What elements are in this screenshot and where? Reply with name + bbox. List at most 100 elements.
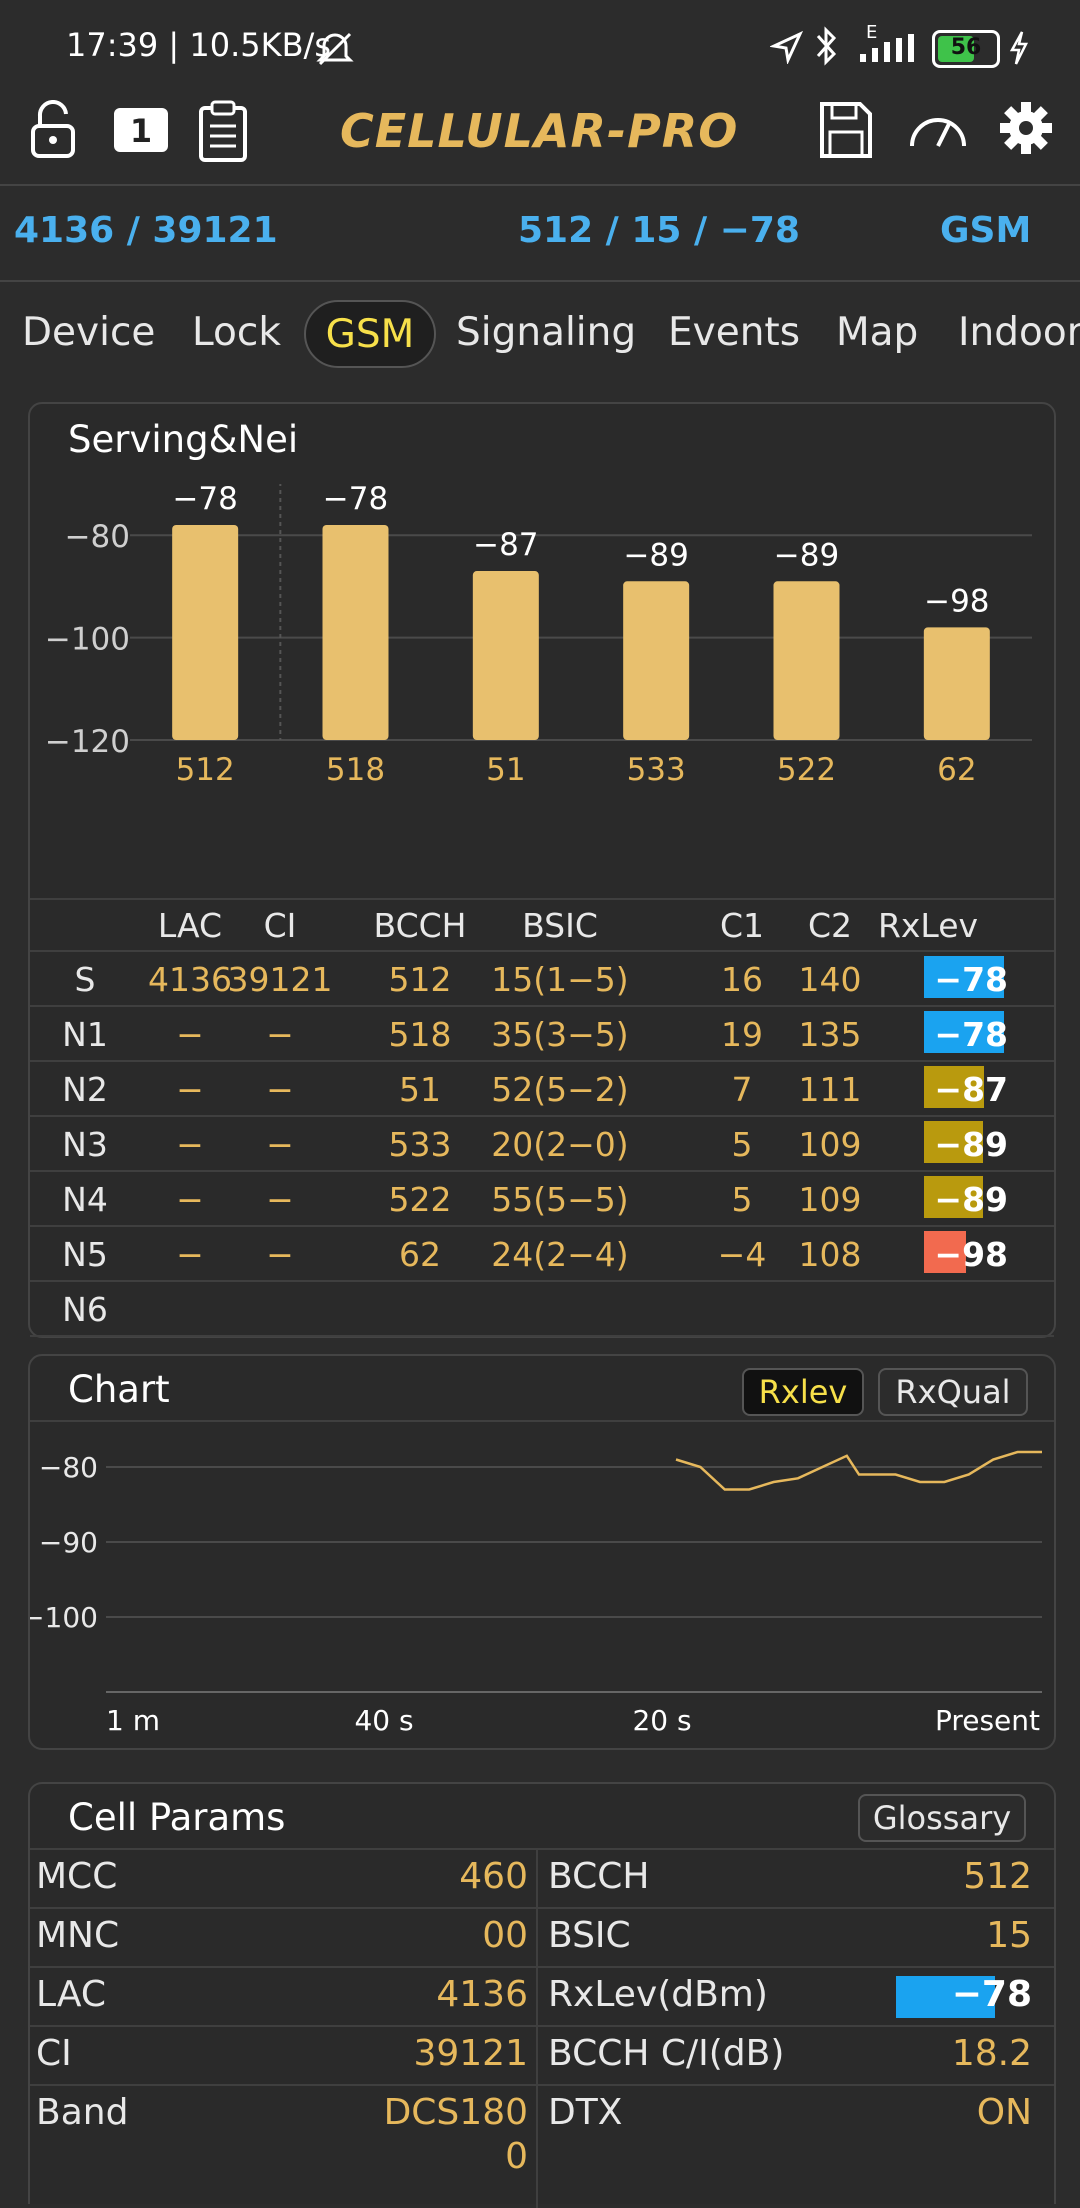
bcch-bsic-rx-readout: 512 / 15 / −78 (518, 210, 800, 251)
bar (923, 627, 990, 740)
table-cell: 24(2−4) (491, 1235, 629, 1274)
bar-value-label: −78 (323, 484, 388, 517)
x-tick-label: 51 (486, 752, 525, 788)
table-cell: 518 (388, 1015, 452, 1054)
table-cell: −4 (717, 1235, 767, 1274)
tab-lock[interactable]: Lock (192, 310, 281, 355)
params-column-divider (536, 1848, 538, 2208)
sim-slot-label: 1 (129, 112, 153, 150)
table-cell: 111 (798, 1070, 862, 1109)
rxlev-value: −98 (934, 1235, 1008, 1274)
x-tick-label: 533 (627, 752, 686, 788)
rxlev-chart-card: Chart Rxlev RxQual −80 −90 −100 1 m 40 s 20 s… (28, 1354, 1056, 1750)
app-brand-logo: CELLULAR-PRO (340, 104, 739, 158)
serving-nei-title: Serving&Nei (68, 418, 299, 461)
table-cell: 522 (388, 1180, 452, 1219)
table-cell: 5 (731, 1180, 753, 1219)
tab-events[interactable]: Events (668, 310, 800, 355)
param-label: Band (36, 2092, 129, 2133)
tab-gsm-label: GSM (325, 312, 415, 357)
clipboard-icon[interactable] (196, 100, 250, 164)
y-tick-label: −100 (30, 1601, 98, 1634)
table-cell: 135 (798, 1015, 862, 1054)
cell-params-title: Cell Params (68, 1796, 286, 1839)
table-top-divider (30, 898, 1054, 900)
table-cell: 55(5−5) (491, 1180, 629, 1219)
param-label: MCC (36, 1856, 118, 1897)
sim-card-button[interactable]: 1 (114, 108, 168, 152)
speedometer-icon[interactable] (906, 100, 970, 154)
table-cell: 512 (388, 960, 452, 999)
y-tick-label: −90 (39, 1526, 98, 1559)
x-tick-label: 522 (777, 752, 836, 788)
bar (172, 524, 239, 740)
status-time-speed: 17:39 | 10.5KB/s (66, 26, 331, 64)
bar (322, 524, 389, 740)
table-cell: 16 (721, 960, 763, 999)
bar (472, 571, 539, 740)
params-row-divider (30, 1966, 1054, 1968)
table-cell: 51 (399, 1070, 441, 1109)
table-row-divider (30, 1225, 1054, 1227)
table-cell: 39121 (227, 960, 333, 999)
glossary-button[interactable]: Glossary (858, 1794, 1026, 1842)
table-cell: − (266, 1235, 294, 1274)
table-cell: 109 (798, 1125, 862, 1164)
param-value: DCS180 (383, 2092, 528, 2133)
y-tick-label: −100 (45, 622, 130, 658)
unlock-icon[interactable] (28, 100, 78, 160)
param-value: ON (976, 2092, 1032, 2133)
charging-bolt-icon (1009, 31, 1029, 65)
serving-nei-table: LAC CI BCCH BSIC C1 C2 RxLev S 4136 39121 512 15(1−… (30, 898, 1054, 1337)
param-value: 00 (482, 1915, 528, 1956)
params-row-divider (30, 2084, 1054, 2086)
table-cell: − (266, 1125, 294, 1164)
x-tick-label: 40 s (354, 1704, 413, 1737)
tab-signaling[interactable]: Signaling (456, 310, 636, 355)
bar-value-label: −89 (623, 537, 688, 573)
tab-device[interactable]: Device (22, 310, 155, 355)
rxlev-value: −78 (934, 960, 1008, 999)
param-value: 18.2 (951, 2033, 1032, 2074)
table-cell: 108 (798, 1235, 862, 1274)
table-row-divider (30, 1060, 1054, 1062)
rxlev-series-line (675, 1450, 1042, 1491)
param-label: BSIC (548, 1915, 631, 1956)
bar-value-label: −87 (473, 527, 538, 563)
bar-value-label: −98 (924, 583, 989, 619)
params-row-divider (30, 2025, 1054, 2027)
table-header: BCCH (373, 906, 467, 945)
bar (773, 581, 840, 740)
table-row-divider (30, 1280, 1054, 1282)
y-tick-label: −80 (39, 1451, 98, 1484)
table-row-divider (30, 1170, 1054, 1172)
tab-map[interactable]: Map (836, 310, 918, 355)
rxlev-value: −78 (934, 1015, 1008, 1054)
table-row-label: N4 (62, 1180, 108, 1219)
table-cell: − (266, 1015, 294, 1054)
param-label: CI (36, 2033, 72, 2074)
cell-params-card: Cell Params Glossary MCC 460 MNC 00 LAC 4136 C… (28, 1782, 1056, 2208)
table-cell: 62 (399, 1235, 441, 1274)
rxlev-value: −89 (934, 1125, 1008, 1164)
tab-indoor[interactable]: Indoor (958, 310, 1080, 355)
y-tick-label: −120 (45, 724, 130, 760)
table-row-label: S (74, 960, 96, 999)
y-tick-label: −80 (65, 519, 130, 555)
table-cell: 15(1−5) (491, 960, 629, 999)
rxlev-toggle-button[interactable]: Rxlev (742, 1368, 864, 1416)
save-icon[interactable] (818, 100, 874, 160)
tab-gsm[interactable]: GSM (304, 300, 436, 368)
table-header: RxLev (877, 906, 979, 945)
params-row-divider (30, 1848, 1054, 1850)
table-cell: 35(3−5) (491, 1015, 629, 1054)
table-row-label: N1 (62, 1015, 108, 1054)
rxqual-toggle-button[interactable]: RxQual (878, 1368, 1028, 1416)
x-tick-label: 512 (176, 752, 235, 788)
x-tick-label: 20 s (632, 1704, 691, 1737)
rxlev-line-chart: −80 −90 −100 1 m 40 s 20 s Present (30, 1450, 1042, 1737)
table-cell: − (266, 1180, 294, 1219)
settings-gear-icon[interactable] (998, 100, 1054, 156)
toolbar-divider (0, 184, 1080, 186)
table-header: C2 (807, 906, 853, 945)
